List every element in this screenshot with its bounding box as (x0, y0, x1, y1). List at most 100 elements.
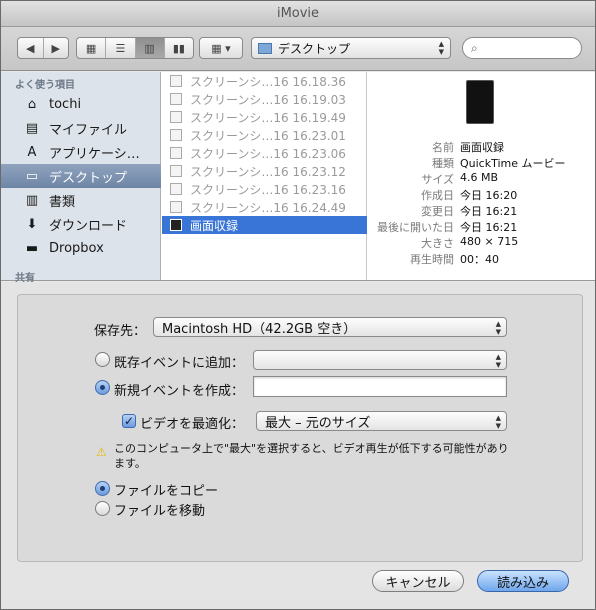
sidebar-item-documents[interactable]: ▥ 書類 (1, 188, 161, 212)
file-list: スクリーンシ…16 16.18.36 スクリーンシ…16 16.19.03 スク… (162, 72, 367, 280)
icon-view-button[interactable]: ▦ (77, 38, 107, 58)
file-name: スクリーンシ…16 16.23.06 (190, 146, 346, 161)
existing-event-popup[interactable]: ▲ ▼ (253, 350, 507, 370)
file-name: スクリーンシ…16 16.23.01 (190, 128, 346, 143)
image-file-icon (170, 75, 182, 87)
copy-files-label: ファイルをコピー (114, 484, 219, 499)
info-row-kind: 種類 QuickTime ムービー (432, 157, 566, 170)
location-popup[interactable]: デスクトップ ▲ ▼ (251, 37, 451, 59)
file-name: スクリーンシ…16 16.24.49 (190, 200, 346, 215)
sidebar-item-label: アプリケーシ… (49, 146, 140, 162)
image-file-icon (170, 201, 182, 213)
column-view-button[interactable]: ▥ (135, 38, 165, 58)
movie-thumbnail (466, 80, 494, 124)
copy-files-radio[interactable] (95, 481, 110, 496)
list-view-button[interactable]: ☰ (106, 38, 136, 58)
location-label: デスクトップ (278, 41, 351, 56)
save-to-popup[interactable]: Macintosh HD（42.2GB 空き） ▲ ▼ (153, 317, 507, 337)
optimize-video-label: ビデオを最適化： (140, 417, 245, 432)
icon-view-icon: ▦ (85, 41, 97, 55)
downloads-icon: ⬇ (26, 216, 38, 232)
documents-icon: ▥ (25, 192, 39, 208)
sidebar-item-label: マイファイル (49, 122, 128, 138)
back-button[interactable]: ◀ (18, 38, 44, 58)
info-row-last-opened: 最後に開いた日 今日 16:21 (377, 221, 518, 234)
file-name: スクリーンシ…16 16.18.36 (190, 74, 346, 89)
popup-arrows-icon: ▲ ▼ (495, 353, 501, 369)
file-row[interactable]: スクリーンシ…16 16.23.01 (162, 126, 367, 144)
file-row[interactable]: スクリーンシ…16 16.23.12 (162, 162, 367, 180)
back-forward-control: ◀ ▶ (17, 37, 69, 59)
file-name: スクリーンシ…16 16.19.49 (190, 110, 346, 125)
sidebar-item-downloads[interactable]: ⬇ ダウンロード (1, 212, 161, 236)
file-name: スクリーンシ…16 16.19.03 (190, 92, 346, 107)
window-title: iMovie (1, 1, 595, 27)
file-row[interactable]: スクリーンシ…16 16.18.36 (162, 72, 367, 90)
file-browser: よく使う項目 ⌂ tochi ▤ マイファイル A アプリケーシ… ▭ デスクト… (1, 72, 595, 284)
image-file-icon (170, 93, 182, 105)
file-row[interactable]: スクリーンシ…16 16.19.03 (162, 90, 367, 108)
sidebar-item-applications[interactable]: A アプリケーシ… (1, 140, 161, 164)
favorites-header: よく使う項目 (15, 80, 75, 91)
create-new-event-radio[interactable] (95, 380, 110, 395)
applications-icon: A (27, 144, 37, 160)
import-dialog: iMovie ◀ ▶ ▦ ☰ ▥ ▮▮ ▦ ▾ デスクトップ ▲ ▼ ⌕ よく使う… (0, 0, 596, 610)
image-file-icon (170, 183, 182, 195)
add-existing-event-label: 既存イベントに追加： (114, 356, 245, 371)
search-field[interactable]: ⌕ (462, 37, 582, 59)
coverflow-view-icon: ▮▮ (172, 41, 185, 55)
coverflow-view-button[interactable]: ▮▮ (165, 38, 193, 58)
save-to-label: 保存先： (94, 324, 147, 339)
all-files-icon: ▤ (25, 120, 39, 136)
sidebar: よく使う項目 ⌂ tochi ▤ マイファイル A アプリケーシ… ▭ デスクト… (1, 72, 161, 284)
save-to-value: Macintosh HD（42.2GB 空き） (162, 321, 357, 337)
preview-pane: 名前 画面収録 種類 QuickTime ムービー サイズ 4.6 MB 作成日 今日 … (368, 72, 595, 280)
info-row-modified: 変更日 今日 16:21 (421, 205, 518, 218)
import-options-area: 保存先： Macintosh HD（42.2GB 空き） ▲ ▼ 既存イベントに追… (1, 282, 595, 609)
info-row-created: 作成日 今日 16:20 (421, 189, 518, 202)
info-row-duration: 再生時間 00：40 (410, 253, 499, 266)
import-button[interactable]: 読み込み (477, 570, 569, 592)
sidebar-item-label: デスクトップ (49, 170, 128, 186)
optimize-video-popup[interactable]: 最大 – 元のサイズ ▲ ▼ (256, 411, 507, 431)
file-row[interactable]: スクリーンシ…16 16.24.49 (162, 198, 367, 216)
sidebar-item-all-files[interactable]: ▤ マイファイル (1, 116, 161, 140)
home-icon: ⌂ (27, 96, 37, 112)
file-row-selected[interactable]: 画面収録 (162, 216, 367, 234)
file-row[interactable]: スクリーンシ…16 16.23.06 (162, 144, 367, 162)
desktop-icon: ▭ (25, 168, 39, 184)
move-files-radio[interactable] (95, 501, 110, 516)
folder-icon (258, 42, 272, 54)
popup-arrows-icon: ▲ ▼ (438, 40, 444, 56)
sidebar-item-label: 書類 (49, 194, 76, 210)
info-row-name: 名前 画面収録 (432, 141, 504, 154)
warning-icon: ⚠ (96, 445, 107, 459)
forward-button[interactable]: ▶ (44, 38, 69, 58)
file-row[interactable]: スクリーンシ…16 16.23.16 (162, 180, 367, 198)
toolbar: ◀ ▶ ▦ ☰ ▥ ▮▮ ▦ ▾ デスクトップ ▲ ▼ ⌕ (1, 27, 595, 71)
popup-arrows-icon: ▲ ▼ (495, 320, 501, 336)
info-row-size: サイズ 4.6 MB (421, 171, 499, 186)
move-files-label: ファイルを移動 (114, 504, 206, 519)
image-file-icon (170, 111, 182, 123)
view-mode-control: ▦ ☰ ▥ ▮▮ (76, 37, 194, 59)
file-row[interactable]: スクリーンシ…16 16.19.49 (162, 108, 367, 126)
image-file-icon (170, 147, 182, 159)
cancel-button[interactable]: キャンセル (372, 570, 464, 592)
sidebar-item-dropbox[interactable]: ▬ Dropbox (1, 236, 161, 260)
optimize-video-checkbox[interactable]: ✓ (122, 414, 136, 428)
list-view-icon: ☰ (115, 41, 126, 55)
chevron-right-icon: ▶ (51, 41, 60, 55)
chevron-left-icon: ◀ (26, 41, 35, 55)
new-event-name-field[interactable] (253, 376, 507, 397)
arrange-grid-icon: ▦ ▾ (211, 41, 231, 55)
import-options-panel: 保存先： Macintosh HD（42.2GB 空き） ▲ ▼ 既存イベントに追… (17, 294, 583, 562)
search-icon: ⌕ (471, 40, 478, 55)
arrange-button[interactable]: ▦ ▾ (199, 37, 243, 59)
info-row-dimensions: 大きさ 480 × 715 (421, 235, 519, 250)
sidebar-item-desktop[interactable]: ▭ デスクトップ (1, 164, 161, 188)
sidebar-item-home[interactable]: ⌂ tochi (1, 92, 161, 116)
movie-file-icon (170, 219, 182, 231)
file-name: 画面収録 (190, 218, 239, 233)
add-existing-event-radio[interactable] (95, 352, 110, 367)
